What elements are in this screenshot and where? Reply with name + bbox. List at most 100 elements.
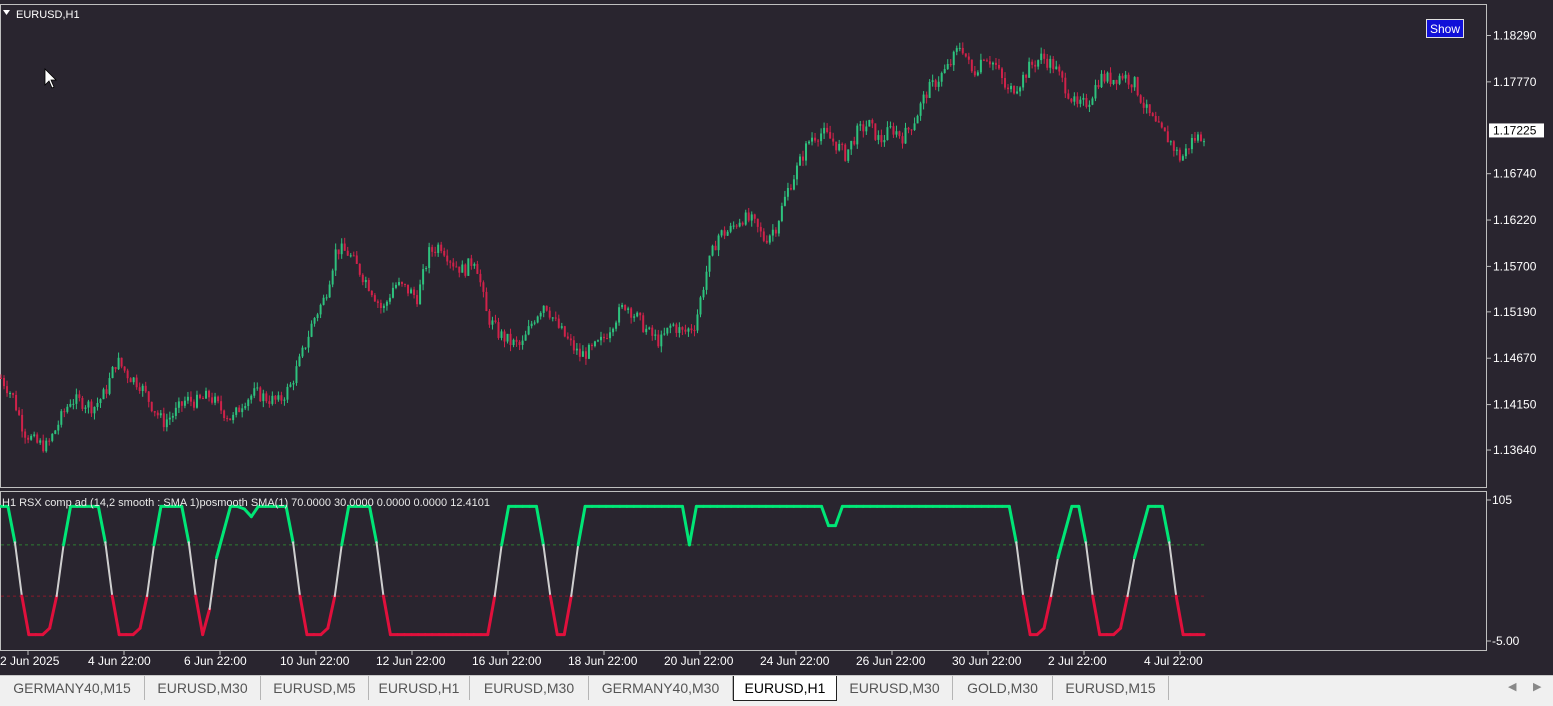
candle-body xyxy=(367,279,370,291)
candle xyxy=(720,229,723,238)
candle xyxy=(560,322,563,330)
candle-body xyxy=(54,430,57,434)
candle xyxy=(1000,67,1003,85)
candle xyxy=(599,331,602,346)
chart-area[interactable]: 1.18290 1.17770 1.16740 1.16220 1.15700 1.151… xyxy=(0,0,1553,675)
candle xyxy=(705,265,708,295)
candle xyxy=(48,438,51,446)
candle-body xyxy=(337,249,340,255)
candle-body xyxy=(319,304,322,315)
candle-body xyxy=(129,378,132,383)
candle xyxy=(1196,131,1199,143)
candle-body xyxy=(789,187,792,190)
candle xyxy=(301,345,304,358)
candle-body xyxy=(150,401,153,412)
candle-body xyxy=(862,124,865,132)
tab-eurusd-m30-1[interactable]: EURUSD,M30 xyxy=(145,676,261,700)
candle-body xyxy=(880,135,883,143)
tab-gold-m30-8[interactable]: GOLD,M30 xyxy=(953,676,1053,700)
candle xyxy=(24,428,27,444)
candle xyxy=(93,406,96,420)
candle xyxy=(1190,134,1193,154)
tab-germany40-m15-0[interactable]: GERMANY40,M15 xyxy=(0,676,145,700)
candle-body xyxy=(277,395,280,400)
candle-body xyxy=(186,396,189,401)
candle-body xyxy=(1070,98,1073,102)
candle-body xyxy=(506,333,509,342)
candle xyxy=(479,269,482,287)
tab-eurusd-m30-4[interactable]: EURUSD,M30 xyxy=(470,676,589,700)
candle xyxy=(811,132,814,146)
candle xyxy=(42,434,45,453)
candle xyxy=(639,312,642,321)
candle xyxy=(205,387,208,399)
candle-body xyxy=(1100,73,1103,88)
candle xyxy=(491,316,494,330)
tab-eurusd-m30-7[interactable]: EURUSD,M30 xyxy=(837,676,953,700)
candle-body xyxy=(931,80,934,82)
candle xyxy=(735,224,738,229)
candle-body xyxy=(1067,93,1070,99)
candle-body xyxy=(645,328,648,333)
candle-body xyxy=(1187,148,1190,150)
candle xyxy=(45,437,48,453)
candle-body xyxy=(572,340,575,351)
candle xyxy=(337,249,340,260)
candle xyxy=(370,290,373,298)
candle-body xyxy=(1052,58,1055,70)
chart-tab-bar: GERMANY40,M15 EURUSD,M30 EURUSD,M5 EURUSD,H… xyxy=(0,675,1553,706)
candle-body xyxy=(162,413,165,428)
candle-body xyxy=(687,328,690,332)
candle-body xyxy=(310,323,313,337)
candle xyxy=(138,382,141,394)
tab-eurusd-h1-6[interactable]: EURUSD,H1 xyxy=(733,676,837,701)
candle xyxy=(159,410,162,418)
candle xyxy=(123,366,126,373)
candle-body xyxy=(202,398,205,400)
candle-body xyxy=(1049,58,1052,68)
tab-scroll-left-icon[interactable]: ◀ xyxy=(1508,680,1516,693)
candle-body xyxy=(48,440,51,442)
indicator-segment xyxy=(1084,541,1094,598)
candle xyxy=(1154,111,1157,123)
candle-body xyxy=(328,284,331,298)
candle xyxy=(1097,79,1100,90)
candle xyxy=(1022,71,1025,91)
candle xyxy=(1178,147,1181,163)
indicator-segment xyxy=(152,504,163,547)
tab-germany40-m30-5[interactable]: GERMANY40,M30 xyxy=(589,676,733,700)
show-button[interactable]: Show xyxy=(1426,19,1464,38)
candle xyxy=(1148,104,1151,117)
candle xyxy=(1151,111,1154,117)
candle-body xyxy=(681,327,684,330)
candle-body xyxy=(979,59,982,73)
indicator-segment xyxy=(548,594,559,637)
candle xyxy=(1055,60,1058,70)
candle-body xyxy=(955,48,958,52)
candle-body xyxy=(792,179,795,190)
candle xyxy=(693,325,696,337)
tab-scroll-right-icon[interactable]: ▶ xyxy=(1533,680,1541,693)
candle-body xyxy=(247,399,250,407)
candle-body xyxy=(1145,104,1148,108)
candle-body xyxy=(431,247,434,252)
candle-body xyxy=(581,351,584,357)
candle xyxy=(244,402,247,411)
candle-body xyxy=(349,255,352,257)
candle xyxy=(572,336,575,354)
tab-eurusd-m15-9[interactable]: EURUSD,M15 xyxy=(1053,676,1169,700)
candle xyxy=(177,397,180,413)
candle-body xyxy=(470,258,473,266)
tab-eurusd-h1-3[interactable]: EURUSD,H1 xyxy=(369,676,470,700)
tab-eurusd-m5-2[interactable]: EURUSD,M5 xyxy=(261,676,369,700)
indicator-segment xyxy=(298,594,309,637)
candle-body xyxy=(422,269,425,285)
candle-body xyxy=(1151,113,1154,117)
candle xyxy=(1067,89,1070,100)
candle-body xyxy=(1142,102,1145,108)
candle xyxy=(741,221,744,227)
candle xyxy=(512,338,515,348)
candle xyxy=(1070,97,1073,104)
dropdown-triangle-icon[interactable] xyxy=(3,10,10,15)
candle xyxy=(606,333,609,340)
